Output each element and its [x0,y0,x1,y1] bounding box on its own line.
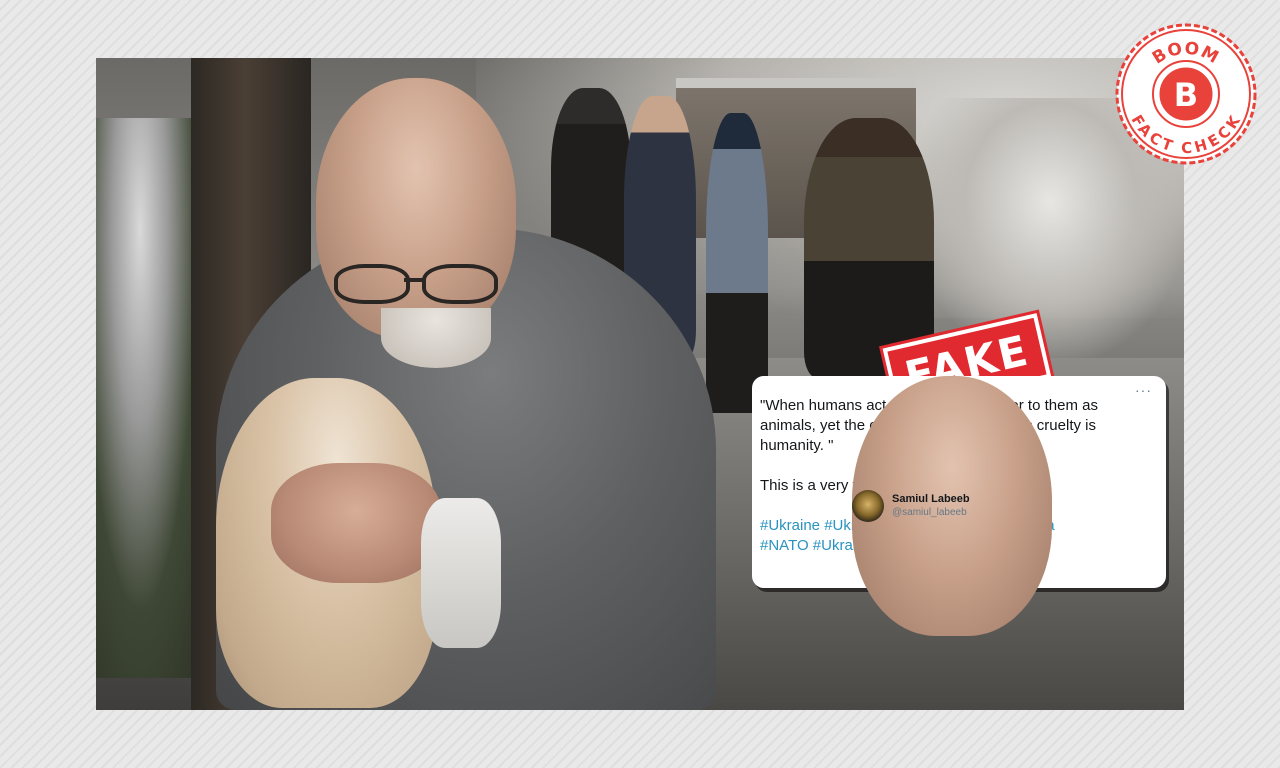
tweet-header: Samiul Labeeb @samiul_labeeb [852,376,1052,636]
photo-debris [96,118,206,678]
shirt-cuff [421,498,501,648]
more-options-icon[interactable]: ··· [1135,382,1152,398]
background-person [804,118,934,378]
beard [381,308,491,368]
glasses [334,264,504,304]
hands [271,463,441,583]
old-man-figure [216,78,716,710]
boom-fact-check-logo: BOOM FACT CHECK B [1114,22,1258,166]
tweet-card: Samiul Labeeb @samiul_labeeb ··· "When h… [752,376,1166,636]
tweet-handle[interactable]: @samiul_labeeb [892,506,970,519]
avatar[interactable] [852,490,884,522]
tweet-display-name[interactable]: Samiul Labeeb [892,493,970,506]
badge-letter: B [1174,76,1198,114]
